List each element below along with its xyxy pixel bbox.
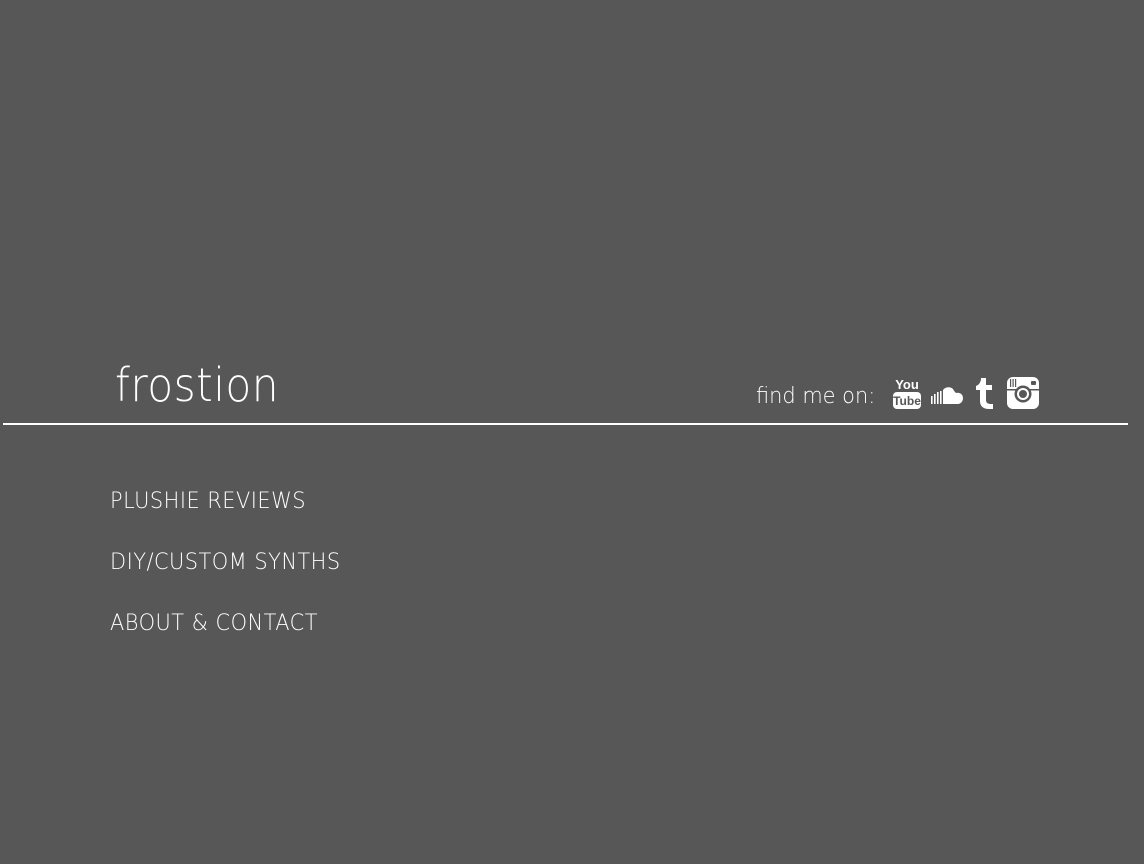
nav-item-plushie-reviews[interactable]: PLUSHIE REVIEWS bbox=[110, 491, 341, 513]
svg-text:Tube: Tube bbox=[893, 394, 921, 408]
youtube-icon[interactable]: You Tube bbox=[892, 376, 922, 410]
site-title[interactable]: frostion bbox=[115, 362, 279, 408]
header-divider bbox=[3, 423, 1128, 425]
instagram-icon[interactable] bbox=[1006, 376, 1040, 410]
social-label: find me on: bbox=[756, 384, 876, 409]
nav-item-about-contact[interactable]: ABOUT & CONTACT bbox=[110, 613, 341, 635]
tumblr-icon[interactable] bbox=[972, 376, 998, 410]
page: frostion find me on: You Tube PLUSHIE RE… bbox=[0, 0, 1144, 864]
nav-item-diy-custom-synths[interactable]: DIY/CUSTOM SYNTHS bbox=[110, 552, 341, 574]
main-nav: PLUSHIE REVIEWS DIY/CUSTOM SYNTHS ABOUT … bbox=[110, 491, 353, 674]
soundcloud-icon[interactable] bbox=[930, 380, 964, 410]
social-links: find me on: You Tube bbox=[756, 372, 1048, 410]
svg-text:You: You bbox=[895, 377, 919, 392]
